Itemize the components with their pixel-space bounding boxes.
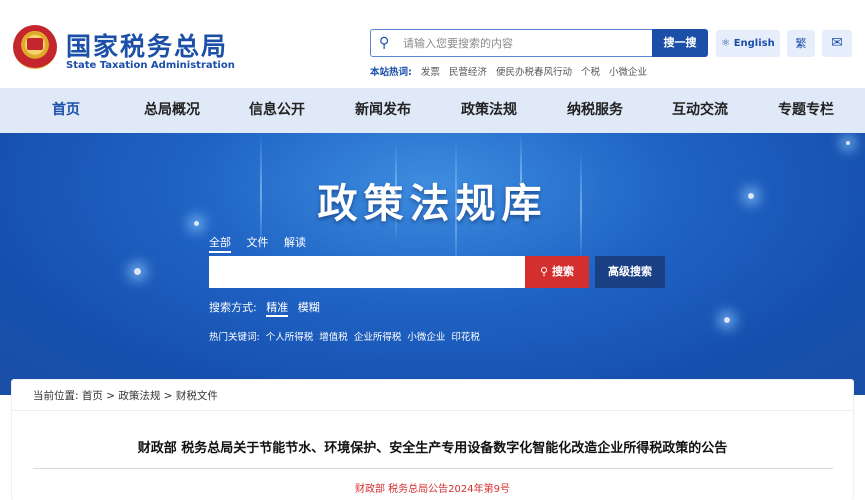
nav-item-news[interactable]: 新闻发布	[355, 88, 411, 133]
library-search-button[interactable]: ⚲ 搜索	[525, 256, 589, 288]
keyword-link[interactable]: 增值税	[319, 332, 348, 343]
hotword-link[interactable]: 个税	[581, 67, 600, 78]
nav-item-policy[interactable]: 政策法规	[461, 88, 517, 133]
nav-item-home[interactable]: 首页	[52, 88, 80, 133]
mail-icon[interactable]: ✉	[822, 30, 852, 57]
tab-all[interactable]: 全部	[209, 236, 231, 253]
hotword-link[interactable]: 民营经济	[449, 67, 487, 78]
search-mode: 搜索方式: 精准 模糊	[209, 299, 320, 317]
keyword-link[interactable]: 个人所得税	[266, 332, 314, 343]
tab-interpretations[interactable]: 解读	[284, 236, 306, 249]
hotword-link[interactable]: 小微企业	[609, 67, 647, 78]
site-name-cn[interactable]: 国家税务总局	[66, 27, 228, 63]
library-search-input[interactable]	[209, 256, 525, 288]
hotword-link[interactable]: 发票	[421, 67, 440, 78]
main-nav: 首页 总局概况 信息公开 新闻发布 政策法规 纳税服务 互动交流 专题专栏	[0, 88, 865, 133]
traditional-chinese-button[interactable]: 繁	[787, 30, 815, 57]
site-header: 国家税务总局 State Taxation Administration ⚲ 搜…	[0, 3, 865, 88]
light-dot	[724, 317, 730, 323]
library-search-label: 搜索	[551, 265, 574, 278]
divider	[33, 468, 833, 469]
search-mode-label: 搜索方式:	[209, 301, 257, 314]
english-label: English	[733, 38, 775, 49]
site-search-button[interactable]: 搜一搜	[652, 29, 708, 57]
globe-icon: ⚛	[721, 38, 731, 49]
light-dot	[134, 268, 141, 275]
national-emblem-icon[interactable]	[13, 25, 57, 69]
hotwords-bar: 本站热词: 发票 民营经济 便民办税春风行动 个税 小微企业	[370, 64, 647, 78]
mode-fuzzy[interactable]: 模糊	[298, 301, 320, 314]
site-search-box[interactable]: ⚲	[370, 29, 652, 57]
light-dot	[846, 141, 850, 145]
tab-documents[interactable]: 文件	[247, 236, 269, 249]
hotword-link[interactable]: 便民办税春风行动	[496, 67, 572, 78]
keyword-link[interactable]: 小微企业	[407, 332, 445, 343]
hotwords-label: 本站热词:	[370, 67, 412, 78]
scope-tabs: 全部 文件 解读	[209, 234, 318, 253]
nav-item-interaction[interactable]: 互动交流	[672, 88, 728, 133]
keyword-link[interactable]: 企业所得税	[354, 332, 402, 343]
document-number: 财政部 税务总局公告2024年第9号	[355, 484, 510, 495]
hot-keywords: 热门关键词: 个人所得税 增值税 企业所得税 小微企业 印花税	[209, 329, 480, 343]
mode-exact[interactable]: 精准	[266, 301, 289, 317]
search-icon: ⚲	[379, 35, 390, 51]
breadcrumb[interactable]: 当前位置: 首页 > 政策法规 > 财税文件	[33, 388, 218, 403]
nav-item-overview[interactable]: 总局概况	[144, 88, 200, 133]
keyword-link[interactable]: 印花税	[451, 332, 480, 343]
policy-library-banner: 政策法规库 全部 文件 解读 ⚲ 搜索 高级搜索 搜索方式: 精准 模糊 热门关…	[0, 133, 865, 395]
nav-item-service[interactable]: 纳税服务	[567, 88, 623, 133]
site-name-en[interactable]: State Taxation Administration	[66, 60, 235, 71]
nav-item-info[interactable]: 信息公开	[249, 88, 305, 133]
divider	[12, 410, 853, 411]
hot-keywords-label: 热门关键词:	[209, 332, 260, 343]
nav-item-topics[interactable]: 专题专栏	[778, 88, 834, 133]
document-title: 财政部 税务总局关于节能节水、环境保护、安全生产专用设备数字化智能化改造企业所得…	[137, 441, 728, 456]
site-search-input[interactable]	[403, 34, 643, 52]
search-icon: ⚲	[540, 265, 549, 278]
advanced-search-button[interactable]: 高级搜索	[595, 256, 665, 288]
english-button[interactable]: ⚛ English	[716, 30, 780, 57]
library-title: 政策法规库	[317, 180, 548, 227]
